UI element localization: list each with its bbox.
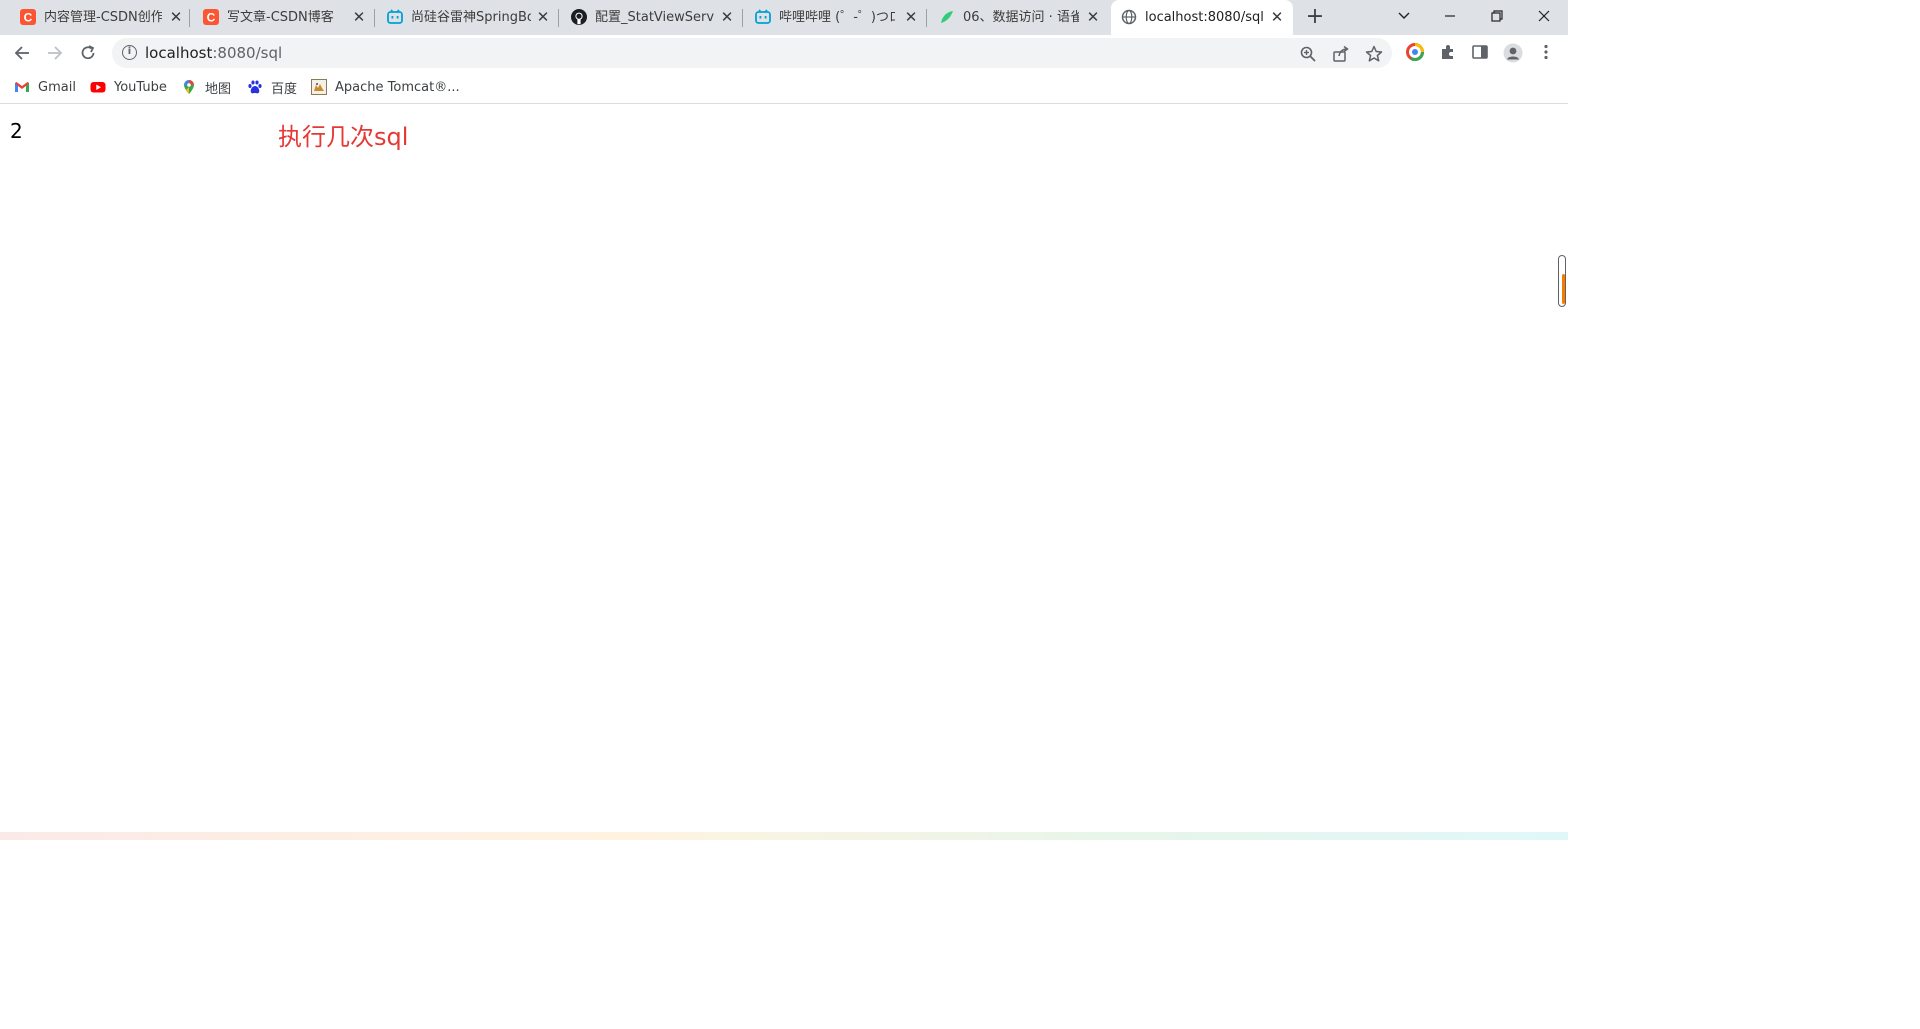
bilibili-icon bbox=[387, 9, 403, 25]
tab-separator bbox=[189, 9, 190, 27]
bookmarks-bar: Gmail YouTube 地图 百度 Apache Tomcat®... bbox=[0, 71, 1568, 104]
youtube-icon bbox=[90, 79, 106, 95]
tab-separator bbox=[374, 9, 375, 27]
tab-title: 06、数据访问 · 语雀 bbox=[963, 10, 1079, 25]
page-content: 2 执行几次sql bbox=[0, 105, 1568, 840]
bookmark-tomcat[interactable]: Apache Tomcat®... bbox=[311, 78, 460, 96]
tab-localhost-sql[interactable]: localhost:8080/sql ✕ bbox=[1111, 0, 1293, 35]
bilibili-icon bbox=[755, 9, 771, 25]
close-icon[interactable]: ✕ bbox=[1085, 9, 1101, 25]
maps-icon bbox=[181, 79, 197, 95]
bookmark-maps[interactable]: 地图 bbox=[181, 78, 232, 97]
csdn-icon: C bbox=[20, 9, 36, 25]
restore-icon[interactable] bbox=[1485, 5, 1509, 27]
tab-search-chevron-icon[interactable] bbox=[1392, 5, 1416, 27]
close-icon[interactable]: ✕ bbox=[168, 9, 184, 25]
bookmark-label: 地图 bbox=[205, 81, 232, 97]
back-icon[interactable] bbox=[10, 41, 34, 65]
address-bar[interactable]: i localhost:8080/sql bbox=[112, 38, 1392, 68]
tab-title: localhost:8080/sql bbox=[1145, 10, 1264, 25]
zoom-icon[interactable] bbox=[1298, 44, 1318, 64]
taskbar-edge bbox=[0, 832, 1568, 840]
bookmark-label: Apache Tomcat®... bbox=[335, 79, 460, 95]
scroll-handle-accent bbox=[1562, 274, 1565, 304]
reload-icon[interactable] bbox=[76, 41, 100, 65]
minimize-icon[interactable] bbox=[1438, 5, 1462, 27]
tab-separator bbox=[742, 9, 743, 27]
csdn-icon: C bbox=[203, 9, 219, 25]
url-host: localhost bbox=[145, 44, 213, 62]
new-tab-button[interactable]: + bbox=[1305, 6, 1325, 28]
svg-text:C: C bbox=[207, 11, 216, 25]
tab-title: 配置_StatViewServlet bbox=[595, 10, 715, 25]
bookmark-baidu[interactable]: 百度 bbox=[247, 78, 298, 97]
tab-title: 内容管理-CSDN创作中心 bbox=[44, 10, 162, 25]
forward-icon[interactable] bbox=[43, 41, 67, 65]
tab-strip: C 内容管理-CSDN创作中心 ✕ C 写文章-CSDN博客 ✕ 尚硅谷雷神Sp… bbox=[0, 0, 1568, 35]
tab-title: 尚硅谷雷神SpringBoot2 bbox=[411, 10, 531, 25]
bookmark-youtube[interactable]: YouTube bbox=[90, 78, 167, 96]
tab-yuque-data-access[interactable]: 06、数据访问 · 语雀 ✕ bbox=[929, 0, 1109, 35]
browser-toolbar: i localhost:8080/sql bbox=[0, 35, 1568, 71]
tab-bilibili-springboot[interactable]: 尚硅谷雷神SpringBoot2 ✕ bbox=[377, 0, 559, 35]
share-icon[interactable] bbox=[1331, 44, 1351, 64]
site-info-icon[interactable]: i bbox=[122, 45, 137, 60]
tab-github-statview[interactable]: 配置_StatViewServlet ✕ bbox=[561, 0, 743, 35]
side-scroll-handle[interactable] bbox=[1558, 255, 1566, 307]
github-icon bbox=[571, 9, 587, 25]
tab-csdn-content[interactable]: C 内容管理-CSDN创作中心 ✕ bbox=[10, 0, 190, 35]
bookmark-label: YouTube bbox=[114, 79, 167, 95]
svg-text:C: C bbox=[24, 11, 33, 25]
close-icon[interactable]: ✕ bbox=[535, 9, 551, 25]
bookmark-star-icon[interactable] bbox=[1364, 44, 1384, 64]
yuque-icon bbox=[939, 9, 955, 25]
sql-count-value: 2 bbox=[10, 119, 23, 143]
tab-csdn-write[interactable]: C 写文章-CSDN博客 ✕ bbox=[193, 0, 375, 35]
close-icon[interactable]: ✕ bbox=[351, 9, 367, 25]
bookmark-label: Gmail bbox=[38, 79, 76, 95]
tomcat-icon bbox=[311, 79, 327, 95]
close-window-icon[interactable] bbox=[1532, 5, 1556, 27]
tab-separator bbox=[926, 9, 927, 27]
extensions-puzzle-icon[interactable] bbox=[1438, 43, 1458, 63]
tab-title: 哔哩哔哩 (゜-゜)つロ 干杯 bbox=[779, 10, 895, 25]
bookmark-label: 百度 bbox=[271, 81, 298, 97]
tab-separator bbox=[558, 9, 559, 27]
menu-kebab-icon[interactable] bbox=[1536, 43, 1556, 63]
annotation-note: 执行几次sql bbox=[278, 123, 409, 151]
side-panel-icon[interactable] bbox=[1470, 43, 1490, 63]
close-icon[interactable]: ✕ bbox=[719, 9, 735, 25]
url-path: :8080/sql bbox=[212, 44, 283, 62]
tab-bilibili-home[interactable]: 哔哩哔哩 (゜-゜)つロ 干杯 ✕ bbox=[745, 0, 927, 35]
chrome-extension-icon[interactable] bbox=[1405, 43, 1425, 63]
gmail-icon bbox=[14, 79, 30, 95]
address-url[interactable]: localhost:8080/sql bbox=[145, 45, 282, 61]
bookmark-gmail[interactable]: Gmail bbox=[14, 78, 76, 96]
globe-icon bbox=[1121, 9, 1137, 25]
tab-title: 写文章-CSDN博客 bbox=[227, 10, 334, 25]
baidu-icon bbox=[247, 79, 263, 95]
close-icon[interactable]: ✕ bbox=[1269, 9, 1285, 25]
profile-avatar-icon[interactable] bbox=[1503, 43, 1523, 63]
close-icon[interactable]: ✕ bbox=[903, 9, 919, 25]
